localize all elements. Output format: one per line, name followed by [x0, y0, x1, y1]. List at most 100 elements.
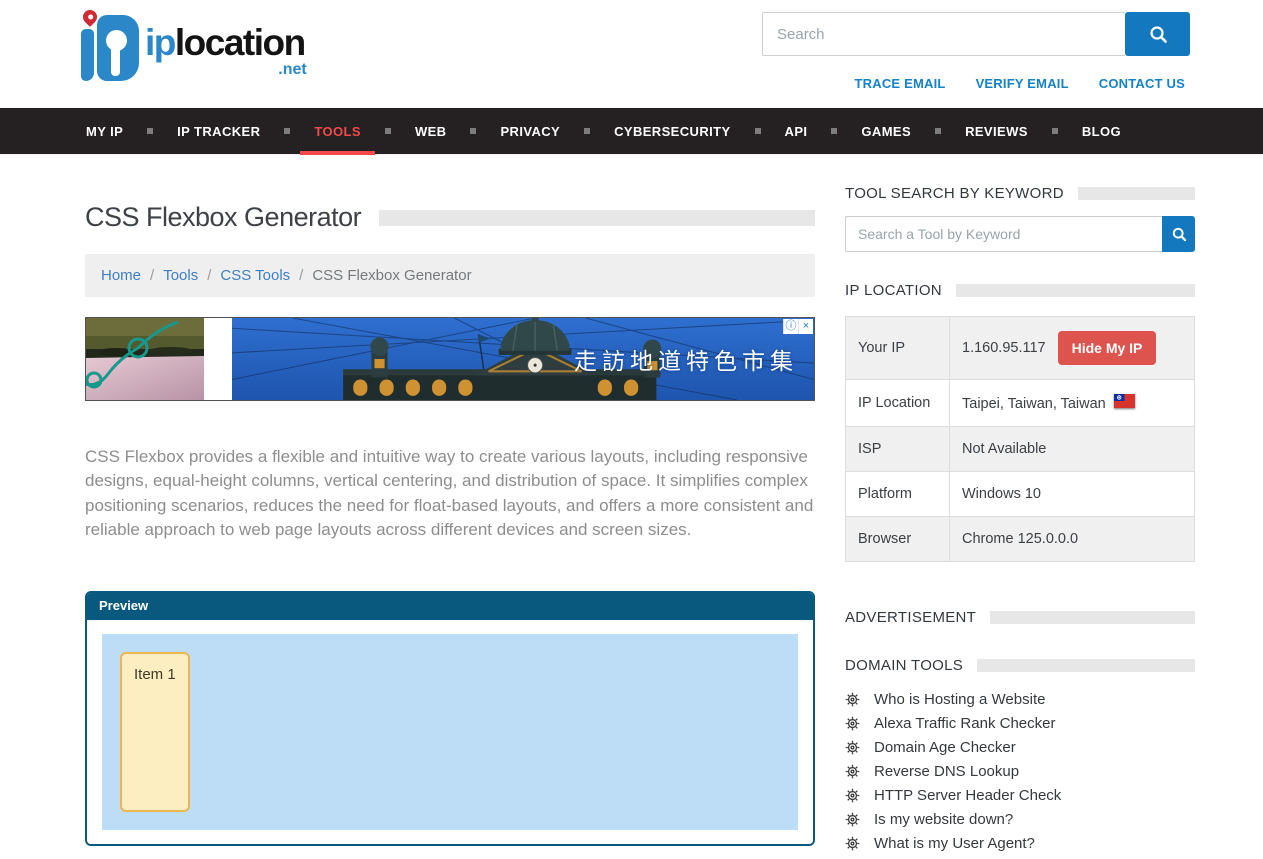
tool-description: CSS Flexbox provides a flexible and intu…	[85, 445, 815, 542]
nav-separator	[385, 128, 391, 134]
advertisement-heading: ADVERTISEMENT	[845, 609, 1195, 626]
nav-separator	[1052, 128, 1058, 134]
heading-decoration-bar	[990, 611, 1195, 624]
table-row: Platform Windows 10	[846, 472, 1195, 517]
ad-overlay-text: 走訪地道特色市集	[574, 342, 798, 376]
site-search	[762, 12, 1190, 56]
tool-search-heading: TOOL SEARCH BY KEYWORD	[845, 185, 1195, 202]
contact-us-link[interactable]: CONTACT US	[1099, 76, 1185, 91]
tool-link-website-down[interactable]: Is my website down?	[874, 811, 1013, 828]
gear-icon	[845, 740, 860, 755]
breadcrumb-home[interactable]: Home	[101, 267, 141, 284]
preview-panel-header: Preview	[87, 593, 813, 620]
nav-item-tools[interactable]: TOOLS	[314, 108, 361, 155]
logo-ip-icon	[75, 8, 143, 92]
gear-icon	[845, 692, 860, 707]
breadcrumb-css-tools[interactable]: CSS Tools	[220, 267, 290, 284]
list-item: Domain Age Checker	[845, 739, 1195, 756]
table-row: Your IP 1.160.95.117 Hide My IP	[846, 317, 1195, 380]
gear-icon	[845, 788, 860, 803]
nav-item-cybersecurity[interactable]: CYBERSECURITY	[614, 108, 730, 155]
gear-icon	[845, 836, 860, 851]
flex-preview-container: Item 1	[102, 634, 798, 830]
flex-preview-item[interactable]: Item 1	[120, 652, 190, 812]
main-nav: MY IP IP TRACKER TOOLS WEB PRIVACY CYBER…	[0, 108, 1263, 155]
nav-item-api[interactable]: API	[785, 108, 808, 155]
nav-item-ip-tracker[interactable]: IP TRACKER	[177, 108, 260, 155]
sidebar: TOOL SEARCH BY KEYWORD IP LOCATION Your …	[845, 155, 1195, 859]
logo-text: iplocation.net	[145, 24, 305, 61]
breadcrumb-current: CSS Flexbox Generator	[312, 267, 471, 284]
nav-separator	[470, 128, 476, 134]
ad-left-image	[86, 318, 204, 400]
list-item: Alexa Traffic Rank Checker	[845, 715, 1195, 732]
hide-my-ip-button[interactable]: Hide My IP	[1058, 331, 1157, 365]
ip-location-value: Taipei, Taiwan, Taiwan	[962, 396, 1106, 412]
gear-icon	[845, 764, 860, 779]
list-item: Who is Hosting a Website	[845, 691, 1195, 708]
title-decoration-bar	[379, 210, 815, 226]
ad-creative[interactable]: 走訪地道特色市集 ⓘ ×	[232, 318, 814, 400]
preview-panel: Preview Item 1	[85, 591, 815, 846]
trace-email-link[interactable]: TRACE EMAIL	[855, 76, 946, 91]
nav-item-privacy[interactable]: PRIVACY	[500, 108, 560, 155]
heading-decoration-bar	[1078, 187, 1195, 200]
utility-links: TRACE EMAIL VERIFY EMAIL CONTACT US	[855, 76, 1185, 91]
nav-item-my-ip[interactable]: MY IP	[86, 108, 123, 155]
nav-separator	[755, 128, 761, 134]
list-item: Reverse DNS Lookup	[845, 763, 1195, 780]
main-column: CSS Flexbox Generator Home / Tools / CSS…	[85, 155, 815, 859]
list-item: HTTP Server Header Check	[845, 787, 1195, 804]
table-row: Browser Chrome 125.0.0.0	[846, 517, 1195, 562]
nav-separator	[831, 128, 837, 134]
gear-icon	[845, 716, 860, 731]
top-header: iplocation.net TRACE EMAIL VERIFY EMAIL …	[0, 0, 1263, 108]
taiwan-flag-icon	[1114, 394, 1135, 408]
ad-controls: ⓘ ×	[783, 319, 813, 334]
nav-item-reviews[interactable]: REVIEWS	[965, 108, 1028, 155]
nav-item-blog[interactable]: BLOG	[1082, 108, 1121, 155]
nav-item-web[interactable]: WEB	[415, 108, 447, 155]
ad-banner[interactable]: 走訪地道特色市集 ⓘ ×	[85, 317, 815, 401]
search-button[interactable]	[1125, 12, 1190, 56]
tool-link-who-is-hosting[interactable]: Who is Hosting a Website	[874, 691, 1045, 708]
domain-tools-list: Who is Hosting a Website Alexa Traffic R…	[845, 691, 1195, 852]
logo-tld: .net	[278, 62, 306, 78]
site-logo[interactable]: iplocation.net	[75, 8, 305, 92]
preview-panel-body: Item 1	[87, 620, 813, 844]
domain-tools-heading: DOMAIN TOOLS	[845, 657, 1195, 674]
tool-link-reverse-dns[interactable]: Reverse DNS Lookup	[874, 763, 1019, 780]
nav-item-games[interactable]: GAMES	[861, 108, 911, 155]
search-input[interactable]	[762, 12, 1125, 56]
list-item: Is my website down?	[845, 811, 1195, 828]
gear-icon	[845, 812, 860, 827]
breadcrumb: Home / Tools / CSS Tools / CSS Flexbox G…	[85, 254, 815, 297]
heading-decoration-bar	[956, 284, 1195, 297]
nav-separator	[584, 128, 590, 134]
ip-location-heading: IP LOCATION	[845, 282, 1195, 299]
tool-search-box	[845, 216, 1195, 252]
heading-decoration-bar	[977, 659, 1195, 672]
ad-close-icon[interactable]: ×	[798, 319, 813, 334]
nav-separator	[284, 128, 290, 134]
breadcrumb-tools[interactable]: Tools	[163, 267, 198, 284]
tool-link-user-agent[interactable]: What is my User Agent?	[874, 835, 1035, 852]
search-icon	[1148, 24, 1168, 44]
table-row: IP Location Taipei, Taiwan, Taiwan	[846, 380, 1195, 427]
ip-location-table: Your IP 1.160.95.117 Hide My IP IP Locat…	[845, 316, 1195, 562]
table-row: ISP Not Available	[846, 427, 1195, 472]
ad-info-icon[interactable]: ⓘ	[783, 319, 798, 334]
tool-link-domain-age[interactable]: Domain Age Checker	[874, 739, 1016, 756]
page-title: CSS Flexbox Generator	[85, 202, 361, 233]
nav-separator	[147, 128, 153, 134]
tool-search-button[interactable]	[1162, 216, 1195, 252]
content-area: CSS Flexbox Generator Home / Tools / CSS…	[0, 155, 1263, 859]
verify-email-link[interactable]: VERIFY EMAIL	[976, 76, 1069, 91]
list-item: What is my User Agent?	[845, 835, 1195, 852]
tool-link-alexa-rank[interactable]: Alexa Traffic Rank Checker	[874, 715, 1055, 732]
search-icon	[1171, 226, 1187, 242]
tool-search-input[interactable]	[845, 216, 1162, 252]
tool-link-http-header[interactable]: HTTP Server Header Check	[874, 787, 1061, 804]
your-ip-value: 1.160.95.117	[962, 340, 1046, 356]
nav-separator	[935, 128, 941, 134]
